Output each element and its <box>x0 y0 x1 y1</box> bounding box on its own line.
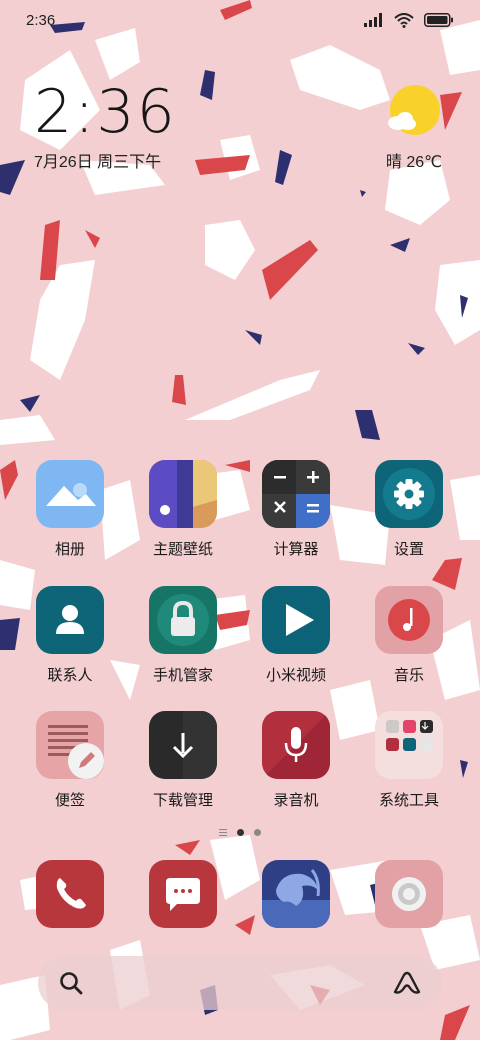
app-label: 下载管理 <box>152 792 213 809</box>
app-gallery[interactable]: 相册 <box>15 460 125 559</box>
gear-icon <box>375 460 443 528</box>
browser-icon <box>262 860 330 928</box>
app-label: 音乐 <box>393 667 424 684</box>
notes-icon <box>36 711 104 779</box>
assistant-icon[interactable] <box>392 970 422 996</box>
download-icon <box>149 711 217 779</box>
app-label: 便签 <box>54 792 85 809</box>
app-calculator[interactable]: 计算器 <box>241 460 351 559</box>
weather-text: 晴 26℃ <box>385 154 443 171</box>
list-icon <box>219 829 227 836</box>
dock-browser[interactable] <box>241 860 351 928</box>
status-bar: 2:36 <box>0 0 480 40</box>
dock-messages[interactable] <box>128 860 238 928</box>
gallery-icon <box>36 460 104 528</box>
status-icons <box>364 12 454 28</box>
app-label: 相册 <box>54 541 85 558</box>
app-label: 计算器 <box>273 541 319 558</box>
app-video[interactable]: 小米视频 <box>241 586 351 685</box>
microphone-icon <box>262 711 330 779</box>
search-icon[interactable] <box>58 970 84 996</box>
dock-camera[interactable] <box>354 860 464 928</box>
folder-icon <box>375 711 443 779</box>
app-label: 录音机 <box>273 792 319 809</box>
app-settings[interactable]: 设置 <box>354 460 464 559</box>
sun-cloud-icon <box>388 85 440 135</box>
status-time: 2:36 <box>26 11 56 29</box>
page-dot[interactable] <box>254 829 261 836</box>
app-downloads[interactable]: 下载管理 <box>128 711 238 810</box>
app-security[interactable]: 手机管家 <box>128 586 238 685</box>
app-music[interactable]: 音乐 <box>354 586 464 685</box>
app-label: 小米视频 <box>265 667 326 684</box>
clock-date: 7月26日 周三下午 <box>34 154 162 171</box>
app-recorder[interactable]: 录音机 <box>241 711 351 810</box>
security-lock-icon <box>149 586 217 654</box>
dock-phone[interactable] <box>15 860 125 928</box>
app-label: 设置 <box>393 541 424 558</box>
app-folder-system-tools[interactable]: 系统工具 <box>354 711 464 810</box>
page-indicator[interactable] <box>0 829 480 836</box>
search-bar[interactable] <box>38 956 442 1010</box>
phone-icon <box>36 860 104 928</box>
messages-icon <box>149 860 217 928</box>
themes-icon <box>149 460 217 528</box>
battery-icon <box>424 13 453 27</box>
app-notes[interactable]: 便签 <box>15 711 125 810</box>
page-dot-active[interactable] <box>237 829 244 836</box>
app-label: 主题壁纸 <box>152 541 213 558</box>
music-note-icon <box>375 586 443 654</box>
weather-widget[interactable]: 晴 26℃ <box>384 84 444 172</box>
cellular-signal-icon <box>364 13 382 27</box>
camera-icon <box>375 860 443 928</box>
calculator-icon <box>262 460 330 528</box>
app-label: 联系人 <box>47 667 93 684</box>
app-contacts[interactable]: 联系人 <box>15 586 125 685</box>
video-play-icon <box>262 586 330 654</box>
app-label: 手机管家 <box>152 667 213 684</box>
wifi-icon <box>394 12 414 28</box>
contacts-icon <box>36 586 104 654</box>
app-themes[interactable]: 主题壁纸 <box>128 460 238 559</box>
app-label: 系统工具 <box>378 792 439 809</box>
clock-widget[interactable]: 2:36 7月26日 周三下午 <box>34 80 177 172</box>
clock-time: 2:36 <box>34 77 177 147</box>
